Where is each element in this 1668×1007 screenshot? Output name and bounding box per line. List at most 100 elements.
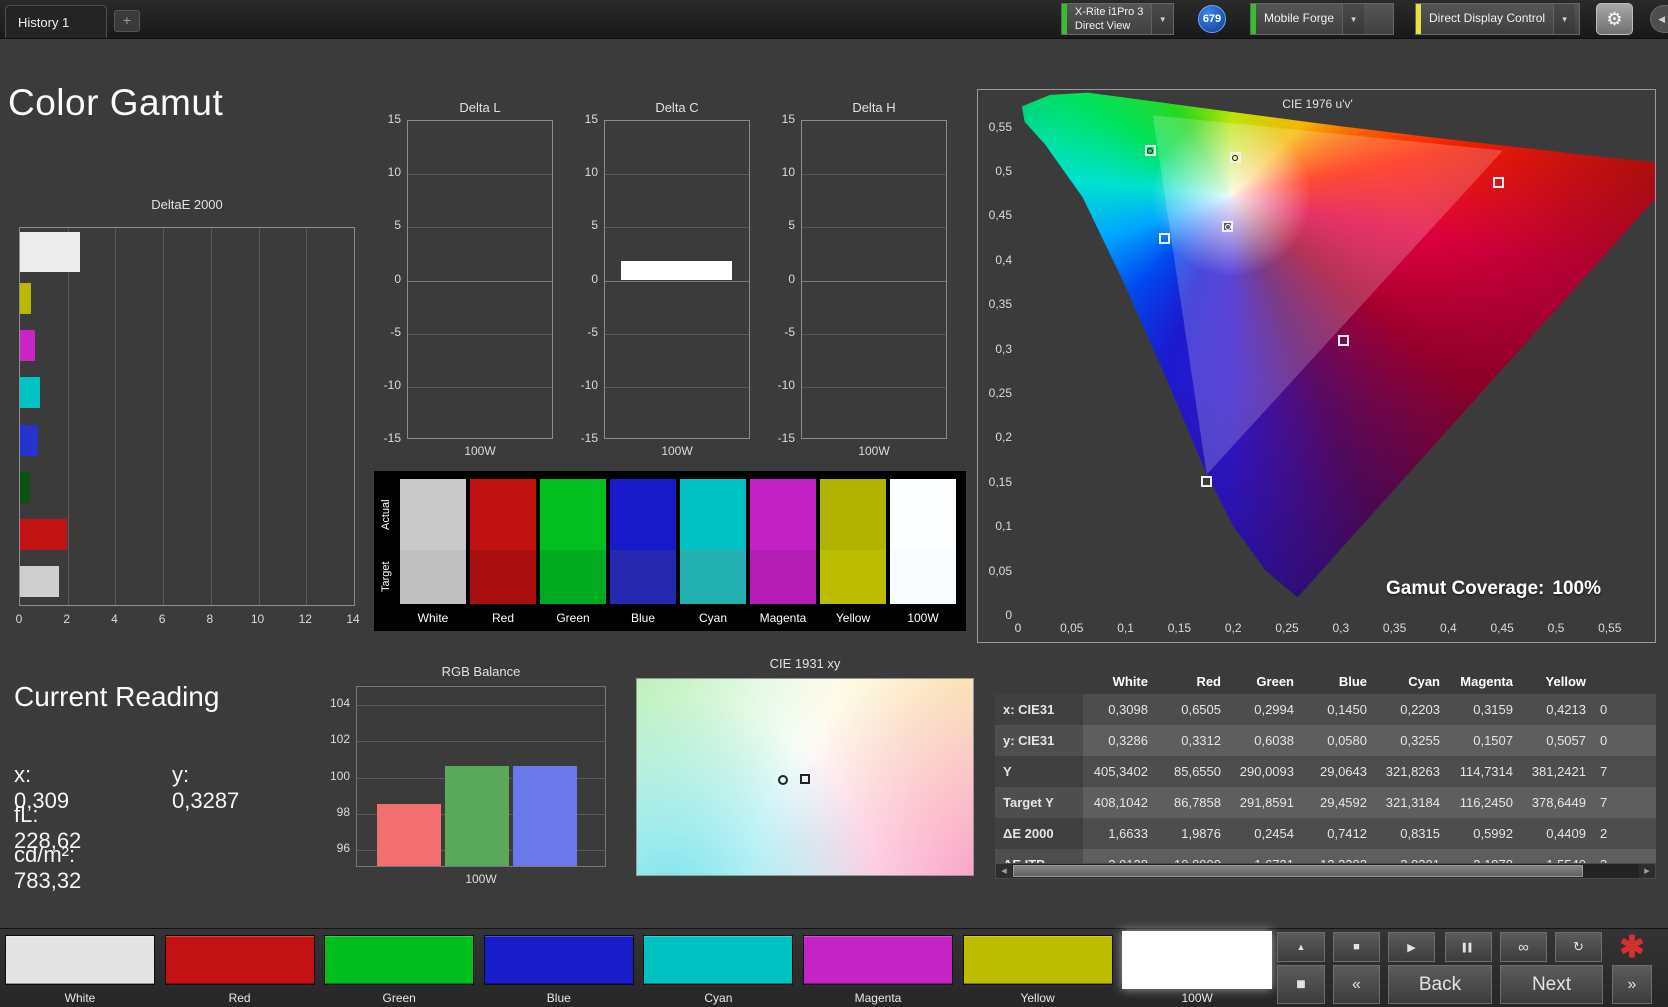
- cie1976-y-tick-label: 0,45: [988, 208, 1012, 223]
- deltae-x-tick-label: 14: [346, 612, 360, 626]
- delta-y-tick-label: -15: [777, 431, 795, 445]
- table-cell: 408,1042: [1093, 795, 1148, 810]
- scrollbar-track[interactable]: [1583, 864, 1639, 878]
- swatch-actual-yellow: [820, 479, 886, 550]
- measurement-marker: [1159, 232, 1171, 244]
- scroll-left-icon[interactable]: ◀: [996, 864, 1012, 878]
- gamut-coverage-readout: Gamut Coverage: 100%: [1386, 578, 1609, 600]
- delta-gridline: [408, 227, 552, 229]
- delta-gridline: [802, 333, 946, 335]
- chevron-left-icon: ◀: [1658, 13, 1665, 24]
- delta-gridline: [408, 174, 552, 176]
- swatch-actual-red: [470, 479, 536, 550]
- reading-y: y: 0,3287: [172, 762, 240, 813]
- table-row-label: x: CIE31: [995, 694, 1083, 725]
- table-row: y: CIE31 0,3286 0,3312 0,6038 0,0580 0,3255 0,…: [995, 725, 1656, 756]
- play-button[interactable]: ▶: [1388, 932, 1435, 962]
- swatch-actual-green: [540, 479, 606, 550]
- deltae-x-tick-label: 8: [206, 612, 214, 626]
- gamut-coverage-value: 100%: [1552, 578, 1601, 599]
- cie1976-x-tick-label: 0,4: [1440, 621, 1457, 635]
- settings-button[interactable]: ⚙: [1596, 3, 1633, 35]
- table-cell: 378,6449: [1531, 795, 1586, 810]
- add-tab-button[interactable]: +: [114, 10, 140, 32]
- cie1976-y-tick-label: 0,2: [995, 430, 1012, 445]
- delta-gridline: [408, 386, 552, 388]
- swatch-column-label: Red: [491, 611, 514, 625]
- cie1976-x-tick-label: 0,5: [1547, 621, 1565, 635]
- table-header-yellow: Yellow: [1545, 673, 1586, 689]
- delta-y-tick-label: -15: [383, 431, 401, 445]
- table-cell: 86,7858: [1174, 795, 1221, 810]
- delta-gridline: [408, 333, 552, 335]
- repeat-button[interactable]: ↻: [1555, 932, 1602, 962]
- pause-button[interactable]: ▌▌: [1445, 932, 1492, 962]
- table-cell: 0,5057: [1546, 733, 1586, 748]
- table-cell: 0,3098: [1108, 702, 1148, 717]
- table-cell: 2: [1600, 826, 1608, 841]
- collapse-panel-button[interactable]: ◀: [1650, 5, 1668, 33]
- stop-button[interactable]: ■: [1333, 932, 1380, 962]
- delta-gridline: [605, 227, 749, 229]
- cie1931-marker-circle: [778, 775, 789, 786]
- next-chevron-button[interactable]: »: [1612, 965, 1652, 1004]
- delta-y-tick-label: -15: [580, 431, 598, 445]
- table-header-blue: Blue: [1338, 673, 1367, 689]
- delta-gridline: [802, 174, 946, 176]
- rgb-gridline: [357, 741, 605, 743]
- meter-dropdown-label: X-Rite i1Pro 3 Direct View: [1074, 5, 1144, 32]
- scrollbar-thumb[interactable]: [1013, 865, 1583, 877]
- table-cell: 7: [1600, 764, 1608, 779]
- table-cell: 7: [1600, 795, 1608, 810]
- rgb-y-tick-label: 104: [329, 696, 350, 711]
- back-chevron-button[interactable]: «: [1333, 965, 1380, 1004]
- delta-y-tick-label: 15: [387, 112, 401, 126]
- delta-chart-title: Delta H: [852, 100, 896, 115]
- cie1976-y-tick-label: 0,35: [988, 297, 1012, 312]
- chevron-down-icon[interactable]: ▼: [1342, 4, 1365, 34]
- table-cell: 321,8263: [1385, 764, 1440, 779]
- delta-y-tick-label: -5: [390, 324, 401, 339]
- target-row-label: Target: [380, 561, 392, 593]
- pattern-window-button[interactable]: ■: [1277, 965, 1325, 1004]
- delta-gridline: [605, 333, 749, 335]
- display-control-dropdown[interactable]: Direct Display Control ▼: [1415, 3, 1580, 35]
- tab-history-1[interactable]: History 1: [5, 5, 107, 38]
- rgb-bar-green: [445, 766, 509, 866]
- table-cell: 114,7314: [1459, 764, 1513, 779]
- scroll-up-button[interactable]: ▲: [1277, 932, 1325, 962]
- swatch-actual-blue: [610, 479, 676, 550]
- meter-dropdown[interactable]: X-Rite i1Pro 3 Direct View ▼: [1061, 3, 1174, 35]
- deltae-x-tick-label: 0: [15, 612, 23, 626]
- next-button[interactable]: Next: [1500, 965, 1603, 1004]
- chevron-down-icon[interactable]: ▼: [1151, 4, 1173, 34]
- delta-y-tick-label: 10: [387, 165, 401, 180]
- swatch-target-cyan: [680, 550, 746, 604]
- measurement-table: White Red Green Blue Cyan Magenta Yellow x: CIE…: [995, 668, 1656, 879]
- swatch-column-label: Cyan: [698, 611, 727, 625]
- source-dropdown[interactable]: Mobile Forge ▼: [1250, 3, 1394, 35]
- deltae-bar-100w: [20, 231, 80, 272]
- table-horizontal-scrollbar[interactable]: ◀ ▶: [995, 863, 1656, 879]
- table-cell: 85,6550: [1174, 764, 1221, 779]
- top-bar: History 1 + X-Rite i1Pro 3 Direct View ▼…: [0, 0, 1668, 39]
- table-row: ΔE 2000 1,6633 1,9876 0,2454 0,7412 0,8315 0,5…: [995, 818, 1656, 849]
- delta-y-tick-label: 0: [394, 271, 401, 286]
- back-button[interactable]: Back: [1388, 965, 1492, 1004]
- deltae-bar-yellow: [20, 283, 31, 315]
- gear-icon: ⚙: [1606, 8, 1623, 29]
- rgb-y-tick-label: 96: [336, 840, 350, 855]
- measurement-marker: [1338, 335, 1350, 347]
- measurement-marker: [1144, 145, 1156, 157]
- continuous-measure-button[interactable]: ∞: [1500, 932, 1547, 962]
- measurement-marker: [1200, 476, 1212, 488]
- delta-y-tick-label: 5: [394, 218, 401, 233]
- deltae-gridline: [258, 228, 260, 605]
- table-cell: 0,2994: [1254, 702, 1294, 717]
- table-cell: 0,2454: [1254, 826, 1294, 841]
- page-title: Color Gamut: [8, 82, 224, 123]
- deltae-gridline: [306, 228, 308, 605]
- chevron-down-icon[interactable]: ▼: [1553, 4, 1576, 34]
- cie1976-y-tick-label: 0,3: [995, 341, 1012, 356]
- scroll-right-icon[interactable]: ▶: [1639, 864, 1655, 878]
